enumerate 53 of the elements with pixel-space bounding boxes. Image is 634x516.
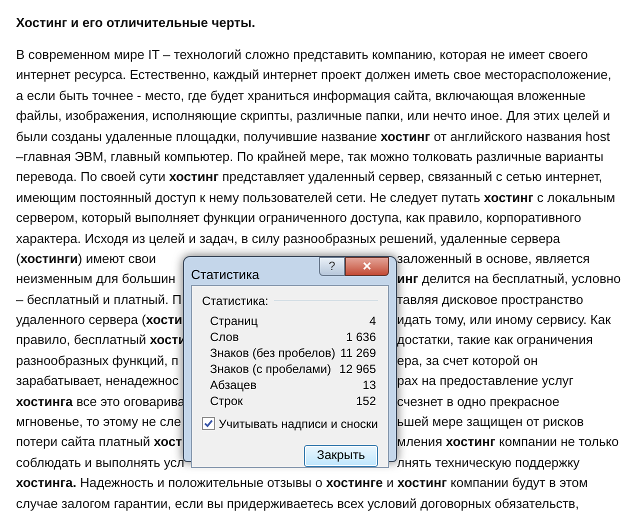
paragraph-line: файлы, изображения, исполняющие скрипты, различные папки, или нечто иное. Для этих целей и: [16, 107, 610, 126]
stat-label: Страниц: [210, 312, 258, 328]
document-heading: Хостинг и его отличительные черты.: [16, 14, 256, 32]
stat-value: 11 269: [340, 344, 376, 360]
stat-value: 13: [362, 376, 376, 392]
checkmark-icon: [204, 419, 213, 428]
paragraph-line: неизменным для большин: [16, 271, 176, 286]
stat-value: 1 636: [346, 328, 376, 344]
stat-label: Знаков (с пробелами): [210, 360, 332, 376]
paragraph-line: – бесплатный и платный. П: [16, 292, 182, 307]
paragraph-line: счезнет в одно прекрасное: [397, 392, 560, 411]
stat-value: 12 965: [339, 360, 376, 376]
paragraph-line: разнообразных функций, п: [16, 352, 178, 368]
paragraph-line: достатки, такие как ограничения: [397, 331, 593, 350]
paragraph-line: В современном мире IT – технологий сложно представить компанию, которая не имеет своего: [16, 46, 588, 64]
paragraph-line: мления хостинг компании не только: [397, 433, 619, 452]
paragraph-line: инг делится на бесплатный, условно: [397, 270, 621, 288]
paragraph-line: ера, за счет которой он: [397, 352, 538, 370]
stat-value: 152: [356, 392, 376, 408]
paragraph-line: хостинга. Надежность и положительные отзывы о хостинге и хостинг компании будут в этом: [16, 474, 588, 492]
paragraph-line: интернет ресурса. Естественно, каждый интернет проект должен иметь свое месторасположение,: [16, 66, 612, 84]
stat-label: Слов: [210, 328, 239, 344]
stat-value: 4: [369, 312, 376, 328]
paragraph-line: ьшей мере защищен от рисков: [397, 413, 584, 432]
paragraph-line: заложенный в основе, является: [397, 250, 590, 268]
group-label: Статистика:: [202, 292, 268, 310]
paragraph-line: перевода. По своей сути хостинг представляет удаленный сервер, связанный с сетью интернет,: [16, 168, 602, 186]
paragraph-line: мгновенье, то этому не сле: [16, 414, 182, 430]
paragraph-line: лнять техническую поддержку: [397, 454, 580, 472]
close-dialog-button[interactable]: Закрыть: [304, 444, 378, 466]
paragraph-line: –главная ЭВМ, главный компьютер. По крайней мере, так можно толковать различные варианты: [16, 148, 604, 166]
paragraph-line: (хостинги) имеют свои: [16, 250, 156, 266]
checkbox-label: Учитывать надписи и сноски: [218, 416, 378, 432]
paragraph-line: зарабатывает, ненадежнос: [16, 373, 179, 388]
stat-label: Строк: [210, 392, 243, 408]
paragraph-line: идать тому, или иному сервису. Как: [397, 311, 611, 330]
paragraph-line: были созданы удаленные площадки, получившие название хостинг от английского названия host: [16, 128, 610, 146]
paragraph-line: рах на предоставление услуг: [397, 372, 574, 390]
paragraph-line: имеющим постоянный доступ к нему пользователей сети. Не следует путать хостинг с локальным: [16, 188, 616, 207]
paragraph-line: а если быть точнее - место, где будет храниться информация сайта, включающая вложенные: [16, 86, 586, 105]
dialog-title: Статистика: [191, 266, 260, 284]
paragraph-line: удаленного сервера (хости: [16, 312, 182, 328]
stat-label: Абзацев: [210, 376, 257, 392]
paragraph-line: соблюдать и выполнять усл: [16, 454, 184, 470]
paragraph-line: характера. Исходя из целей и задач, в силу разнообразных решений, удаленные сервера: [16, 230, 560, 248]
paragraph-line: потери сайта платный хост: [16, 434, 182, 450]
stat-label: Знаков (без пробелов): [210, 344, 336, 360]
paragraph-line: случае залогом гарантии, если вы придерживаетесь всех условий договорных обязательств,: [16, 494, 579, 513]
paragraph-line: тавляя дисковое пространство: [397, 290, 584, 309]
checkbox[interactable]: [202, 417, 215, 430]
paragraph-line: сервером, который выполняет функции ограниченного доступа, как правило, корпоративного: [16, 209, 582, 228]
help-button[interactable]: ?: [319, 257, 345, 276]
paragraph-line: хостинга все это оговарива: [16, 394, 185, 409]
